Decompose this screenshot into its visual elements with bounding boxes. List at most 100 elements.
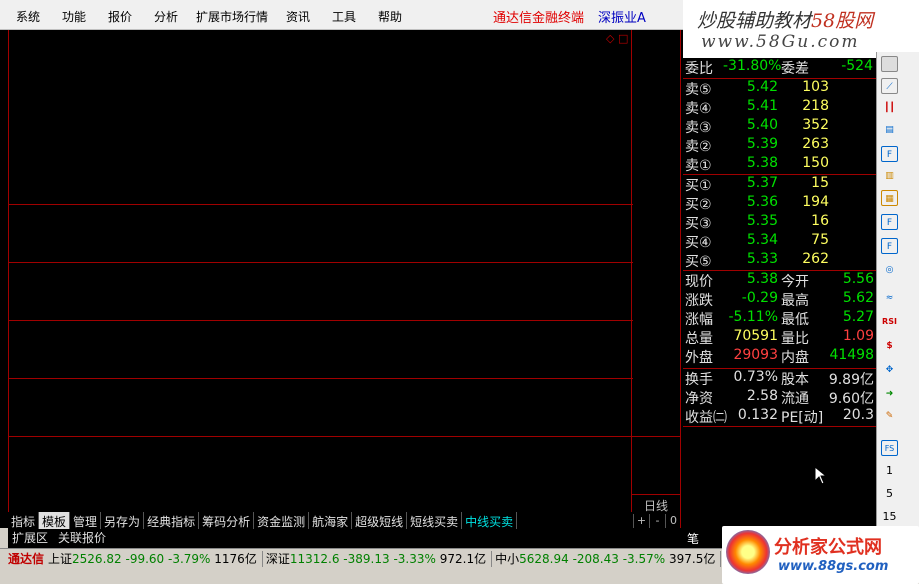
related-quote-label[interactable]: 关联报价: [58, 531, 106, 545]
chart-axis-divider: [631, 30, 632, 512]
menu-analysis[interactable]: 分析: [154, 8, 178, 25]
index-sz[interactable]: 深证11312.6 -389.13 -3.33% 972.1亿: [266, 550, 486, 567]
f12-icon[interactable]: F: [881, 214, 898, 230]
tab-indicator[interactable]: 指标: [8, 512, 40, 529]
buy-price: 5.34: [746, 232, 778, 248]
stat-label: 外盘: [685, 350, 713, 366]
period-15-button[interactable]: 15: [877, 510, 902, 523]
period-label[interactable]: 日线: [644, 497, 668, 514]
status-brand: 通达信: [8, 552, 45, 566]
flower-logo-icon: [726, 530, 770, 574]
mini-tab[interactable]: 笔: [683, 528, 723, 548]
menu-ext-market[interactable]: 扩展市场行情: [196, 8, 268, 25]
fund-value: 9.89亿: [828, 372, 874, 388]
stat-label: 内盘: [781, 350, 809, 366]
menu-info[interactable]: 资讯: [286, 8, 310, 25]
mouse-cursor-icon: [814, 466, 828, 485]
quote-row: 卖③ 5.40 352: [683, 117, 876, 136]
watermark-top-line2: www.58Gu.com: [701, 32, 860, 52]
index-zx[interactable]: 中小5628.94 -208.43 -3.57% 397.5亿: [495, 550, 715, 567]
stat-value: -0.29: [741, 290, 778, 306]
buy-label: 买③: [685, 216, 712, 232]
sell-price: 5.40: [746, 117, 778, 133]
quote-row: 买③ 5.35 16: [683, 213, 876, 232]
search-icon[interactable]: ◎: [881, 262, 898, 278]
pencil-icon[interactable]: ✎: [881, 408, 898, 424]
stat-value: 5.56: [842, 271, 874, 287]
indicator-tabs: 指标 模板 管理 另存为 经典指标 筹码分析 资金监测 航海家 超级短线 短线买…: [8, 512, 632, 529]
export-icon[interactable]: ➜: [881, 386, 898, 402]
tab-chip-analysis[interactable]: 筹码分析: [199, 512, 255, 529]
tab-save-as[interactable]: 另存为: [101, 512, 145, 529]
tab-template[interactable]: 模板: [39, 512, 71, 529]
grid-table-icon[interactable]: [881, 56, 898, 72]
grid-line: [9, 262, 633, 263]
watermark-top-line1: 炒股辅助教材58股网: [697, 10, 874, 32]
zoom-out-button[interactable]: -: [649, 514, 665, 528]
status-separator: [261, 550, 263, 567]
period-5-button[interactable]: 5: [877, 487, 902, 500]
rsi-icon[interactable]: RSI: [881, 314, 898, 330]
fs-icon[interactable]: FS: [881, 440, 898, 456]
tab-navigator[interactable]: 航海家: [309, 512, 353, 529]
stat-label: 最低: [781, 312, 809, 328]
tab-fund-monitor[interactable]: 资金监测: [254, 512, 310, 529]
ext-area-label[interactable]: 扩展区: [12, 531, 48, 545]
axis-grid-line: [632, 436, 680, 437]
menu-quote[interactable]: 报价: [108, 8, 132, 25]
zoom-reset-button[interactable]: 0: [665, 514, 681, 528]
tab-short-trade[interactable]: 短线买卖: [407, 512, 463, 529]
tab-mid-trade[interactable]: 中线买卖: [462, 512, 518, 529]
buy-price: 5.37: [746, 175, 778, 191]
trend-icon[interactable]: ≈: [881, 290, 898, 306]
tab-manage[interactable]: 管理: [70, 512, 102, 529]
sell-price: 5.42: [746, 79, 778, 95]
zoom-in-button[interactable]: +: [633, 514, 649, 528]
menu-function[interactable]: 功能: [62, 8, 86, 25]
candle-chart-icon[interactable]: ┃┃: [881, 100, 898, 116]
chart-area[interactable]: [8, 30, 633, 512]
menu-help[interactable]: 帮助: [378, 8, 402, 25]
fund-label: 收益㈡: [685, 410, 727, 426]
fund-value: 20.3: [842, 407, 874, 423]
menu-system[interactable]: 系统: [16, 8, 40, 25]
status-separator: [491, 550, 493, 567]
stat-value: 70591: [733, 328, 778, 344]
app-title: 通达信金融终端: [493, 11, 585, 26]
chart-window-icons[interactable]: ◇ □: [606, 32, 628, 45]
index-sh[interactable]: 上证2526.82 -99.60 -3.79% 1176亿: [48, 550, 257, 567]
quote-row: 买④ 5.34 75: [683, 232, 876, 251]
quote-row: 卖④ 5.41 218: [683, 98, 876, 117]
axis-grid-line: [632, 494, 680, 495]
move-icon[interactable]: ✥: [881, 362, 898, 378]
right-toolbar: ⟋ ┃┃ ▤ F ▥ ▦ F F ◎ ≈ RSI $ ✥ ➜ ✎ FS 1 5 …: [876, 52, 901, 528]
fund-label: 换手: [685, 372, 713, 388]
f11-icon[interactable]: ▦: [881, 190, 898, 206]
line-chart-icon[interactable]: ⟋: [881, 78, 898, 94]
money-icon[interactable]: $: [881, 338, 898, 354]
quote-row: 买⑤ 5.33 262: [683, 251, 876, 270]
tab-super-short[interactable]: 超级短线: [352, 512, 408, 529]
quote-row: 净资 2.58 流通 9.60亿: [683, 388, 876, 407]
buy-volume: 262: [802, 251, 829, 267]
separator: [683, 426, 876, 427]
stat-value: 41498: [829, 347, 874, 363]
stat-value: 1.09: [842, 328, 874, 344]
news-icon[interactable]: ▤: [881, 122, 898, 138]
period-1-button[interactable]: 1: [877, 464, 902, 477]
tab-classic-indicators[interactable]: 经典指标: [144, 512, 200, 529]
f7-icon[interactable]: F: [881, 238, 898, 254]
sell-label: 卖⑤: [685, 82, 712, 98]
f10-icon[interactable]: F: [881, 146, 898, 162]
quote-row: 总量 70591 量比 1.09: [683, 328, 876, 347]
stat-value: 5.27: [842, 309, 874, 325]
quote-row: 涨跌 -0.29 最高 5.62: [683, 290, 876, 309]
buy-volume: 16: [811, 213, 829, 229]
fund-value: 2.58: [746, 388, 778, 404]
watermark-bottom: 分析家公式网 www.88gs.com: [722, 526, 919, 584]
fund-value: 0.73%: [733, 369, 778, 385]
sell-price: 5.41: [746, 98, 778, 114]
stat-label: 总量: [685, 331, 713, 347]
menu-tools[interactable]: 工具: [332, 8, 356, 25]
report-icon[interactable]: ▥: [881, 168, 898, 184]
